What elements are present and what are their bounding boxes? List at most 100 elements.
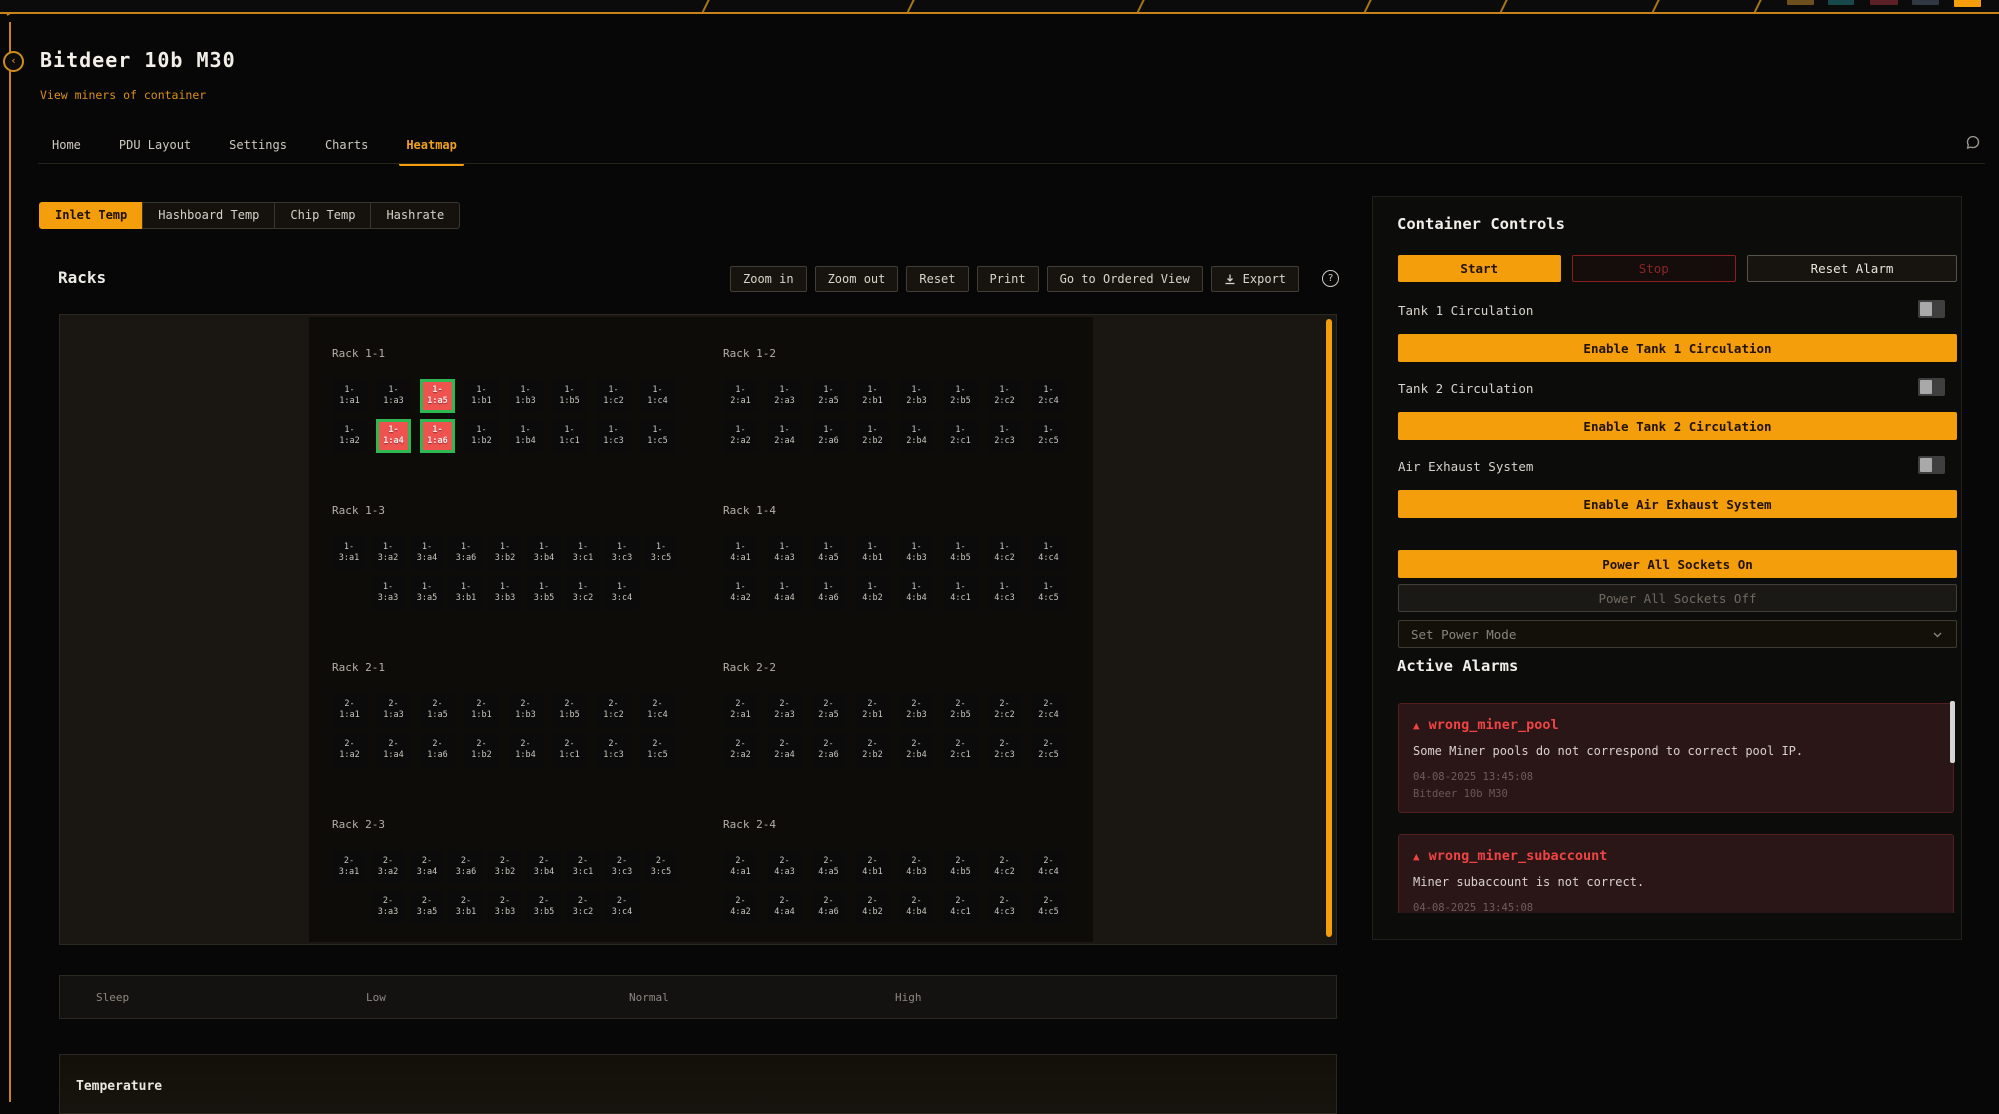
- miner-cell-2-3-a6[interactable]: 2-3:a6: [449, 850, 483, 884]
- miner-cell-2-2-a1[interactable]: 2-2:a1: [723, 693, 758, 727]
- miner-cell-1-3-b2[interactable]: 1-3:b2: [488, 536, 522, 570]
- start-button[interactable]: Start: [1398, 255, 1561, 282]
- reset-alarm-button[interactable]: Reset Alarm: [1747, 255, 1957, 282]
- miner-cell-2-4-b2[interactable]: 2-4:b2: [855, 890, 890, 924]
- power-all-sockets-off-button[interactable]: Power All Sockets Off: [1398, 584, 1957, 612]
- miner-cell-1-1-a1[interactable]: 1-1:a1: [332, 379, 367, 413]
- miner-cell-2-4-a5[interactable]: 2-4:a5: [811, 850, 846, 884]
- miner-cell-1-4-a2[interactable]: 1-4:a2: [723, 576, 758, 610]
- miner-cell-2-1-c1[interactable]: 2-1:c1: [552, 733, 587, 767]
- miner-cell-2-2-a2[interactable]: 2-2:a2: [723, 733, 758, 767]
- miner-cell-1-4-a1[interactable]: 1-4:a1: [723, 536, 758, 570]
- mode-tab-inlet-temp[interactable]: Inlet Temp: [39, 202, 143, 229]
- miner-cell-2-3-b5[interactable]: 2-3:b5: [527, 890, 561, 924]
- miner-cell-1-2-b1[interactable]: 1-2:b1: [855, 379, 890, 413]
- back-button[interactable]: ‹: [3, 51, 24, 72]
- miner-cell-1-2-c4[interactable]: 1-2:c4: [1031, 379, 1066, 413]
- miner-cell-2-2-b3[interactable]: 2-2:b3: [899, 693, 934, 727]
- miner-cell-1-1-b4[interactable]: 1-1:b4: [508, 419, 543, 453]
- heatmap-vertical-scrollbar[interactable]: [1326, 319, 1332, 937]
- mode-tab-hashrate[interactable]: Hashrate: [370, 202, 460, 229]
- miner-cell-1-3-c5[interactable]: 1-3:c5: [644, 536, 678, 570]
- miner-cell-1-4-a5[interactable]: 1-4:a5: [811, 536, 846, 570]
- miner-cell-2-2-c3[interactable]: 2-2:c3: [987, 733, 1022, 767]
- miner-cell-1-2-c1[interactable]: 1-2:c1: [943, 419, 978, 453]
- tab-home[interactable]: Home: [52, 138, 81, 164]
- miner-cell-2-3-c5[interactable]: 2-3:c5: [644, 850, 678, 884]
- miner-cell-2-2-b2[interactable]: 2-2:b2: [855, 733, 890, 767]
- miner-cell-1-2-a2[interactable]: 1-2:a2: [723, 419, 758, 453]
- miner-cell-2-2-b1[interactable]: 2-2:b1: [855, 693, 890, 727]
- alarms-scrollbar[interactable]: [1950, 701, 1955, 763]
- tank-1-circulation-toggle[interactable]: [1918, 300, 1945, 318]
- miner-cell-2-4-a3[interactable]: 2-4:a3: [767, 850, 802, 884]
- miner-cell-2-3-b4[interactable]: 2-3:b4: [527, 850, 561, 884]
- miner-cell-2-3-a4[interactable]: 2-3:a4: [410, 850, 444, 884]
- miner-cell-1-2-a6[interactable]: 1-2:a6: [811, 419, 846, 453]
- miner-cell-2-4-a1[interactable]: 2-4:a1: [723, 850, 758, 884]
- miner-cell-1-1-c5[interactable]: 1-1:c5: [640, 419, 675, 453]
- miner-cell-1-1-a6[interactable]: 1-1:a6: [420, 419, 455, 453]
- tab-charts[interactable]: Charts: [325, 138, 368, 164]
- miner-cell-1-4-c4[interactable]: 1-4:c4: [1031, 536, 1066, 570]
- miner-cell-2-3-c3[interactable]: 2-3:c3: [605, 850, 639, 884]
- miner-cell-1-3-b5[interactable]: 1-3:b5: [527, 576, 561, 610]
- miner-cell-1-3-a6[interactable]: 1-3:a6: [449, 536, 483, 570]
- miner-cell-1-1-a5[interactable]: 1-1:a5: [420, 379, 455, 413]
- miner-cell-2-3-c2[interactable]: 2-3:c2: [566, 890, 600, 924]
- miner-cell-2-1-a5[interactable]: 2-1:a5: [420, 693, 455, 727]
- miner-cell-2-1-c2[interactable]: 2-1:c2: [596, 693, 631, 727]
- miner-cell-1-2-a5[interactable]: 1-2:a5: [811, 379, 846, 413]
- miner-cell-1-3-c4[interactable]: 1-3:c4: [605, 576, 639, 610]
- miner-cell-2-1-b4[interactable]: 2-1:b4: [508, 733, 543, 767]
- tab-pdu-layout[interactable]: PDU Layout: [119, 138, 191, 164]
- miner-cell-2-2-a3[interactable]: 2-2:a3: [767, 693, 802, 727]
- miner-cell-2-3-b1[interactable]: 2-3:b1: [449, 890, 483, 924]
- miner-cell-2-2-a5[interactable]: 2-2:a5: [811, 693, 846, 727]
- alarm-card-wrong-miner-subaccount[interactable]: ▲wrong_miner_subaccountMiner subaccount …: [1398, 834, 1954, 913]
- miner-cell-2-3-c4[interactable]: 2-3:c4: [605, 890, 639, 924]
- air-exhaust-system-toggle[interactable]: [1918, 456, 1945, 474]
- miner-cell-1-3-b4[interactable]: 1-3:b4: [527, 536, 561, 570]
- miner-cell-2-2-a4[interactable]: 2-2:a4: [767, 733, 802, 767]
- miner-cell-2-4-b3[interactable]: 2-4:b3: [899, 850, 934, 884]
- chat-icon[interactable]: [1964, 134, 1982, 152]
- miner-cell-2-4-a4[interactable]: 2-4:a4: [767, 890, 802, 924]
- alarm-card-wrong-miner-pool[interactable]: ▲wrong_miner_poolSome Miner pools do not…: [1398, 703, 1954, 813]
- miner-cell-1-2-b2[interactable]: 1-2:b2: [855, 419, 890, 453]
- reset-button[interactable]: Reset: [906, 266, 968, 292]
- miner-cell-1-1-c1[interactable]: 1-1:c1: [552, 419, 587, 453]
- miner-cell-1-3-a2[interactable]: 1-3:a2: [371, 536, 405, 570]
- miner-cell-1-2-c2[interactable]: 1-2:c2: [987, 379, 1022, 413]
- miner-cell-1-1-a4[interactable]: 1-1:a4: [376, 419, 411, 453]
- miner-cell-2-3-a1[interactable]: 2-3:a1: [332, 850, 366, 884]
- miner-cell-2-2-c1[interactable]: 2-2:c1: [943, 733, 978, 767]
- miner-cell-1-3-c3[interactable]: 1-3:c3: [605, 536, 639, 570]
- miner-cell-2-4-b4[interactable]: 2-4:b4: [899, 890, 934, 924]
- miner-cell-2-2-b4[interactable]: 2-2:b4: [899, 733, 934, 767]
- miner-cell-2-1-b2[interactable]: 2-1:b2: [464, 733, 499, 767]
- miner-cell-1-4-c1[interactable]: 1-4:c1: [943, 576, 978, 610]
- miner-cell-1-1-c3[interactable]: 1-1:c3: [596, 419, 631, 453]
- miner-cell-1-4-b1[interactable]: 1-4:b1: [855, 536, 890, 570]
- miner-cell-2-1-a2[interactable]: 2-1:a2: [332, 733, 367, 767]
- tab-settings[interactable]: Settings: [229, 138, 287, 164]
- tab-heatmap[interactable]: Heatmap: [406, 138, 457, 164]
- miner-cell-2-1-a1[interactable]: 2-1:a1: [332, 693, 367, 727]
- miner-cell-2-4-c1[interactable]: 2-4:c1: [943, 890, 978, 924]
- miner-cell-2-3-a2[interactable]: 2-3:a2: [371, 850, 405, 884]
- miner-cell-2-4-b5[interactable]: 2-4:b5: [943, 850, 978, 884]
- miner-cell-2-3-b3[interactable]: 2-3:b3: [488, 890, 522, 924]
- miner-cell-1-2-b4[interactable]: 1-2:b4: [899, 419, 934, 453]
- miner-cell-2-1-b5[interactable]: 2-1:b5: [552, 693, 587, 727]
- miner-cell-2-4-c3[interactable]: 2-4:c3: [987, 890, 1022, 924]
- miner-cell-2-3-b2[interactable]: 2-3:b2: [488, 850, 522, 884]
- mode-tab-chip-temp[interactable]: Chip Temp: [274, 202, 371, 229]
- miner-cell-1-4-b3[interactable]: 1-4:b3: [899, 536, 934, 570]
- miner-cell-2-4-b1[interactable]: 2-4:b1: [855, 850, 890, 884]
- miner-cell-1-3-a4[interactable]: 1-3:a4: [410, 536, 444, 570]
- zoom-out-button[interactable]: Zoom out: [815, 266, 899, 292]
- miner-cell-1-2-c3[interactable]: 1-2:c3: [987, 419, 1022, 453]
- miner-cell-1-3-b1[interactable]: 1-3:b1: [449, 576, 483, 610]
- miner-cell-2-1-b3[interactable]: 2-1:b3: [508, 693, 543, 727]
